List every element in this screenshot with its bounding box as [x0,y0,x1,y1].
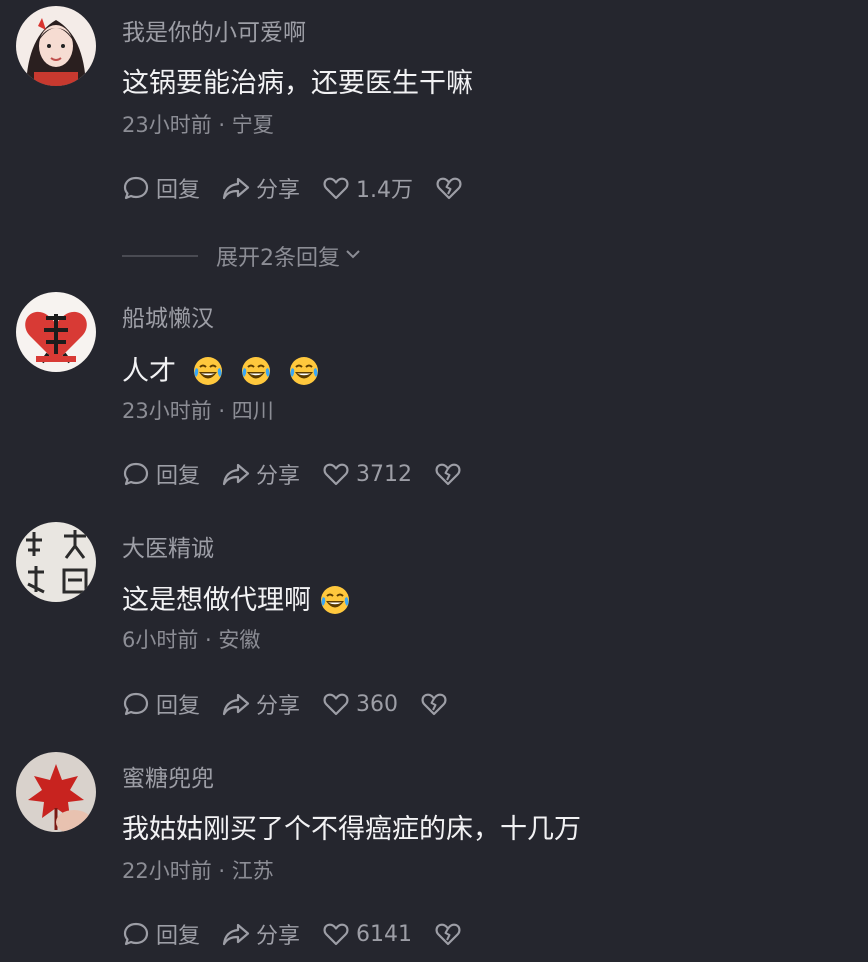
laughing-tears-emoji [319,584,351,616]
share-arrow-icon [222,174,256,202]
username[interactable]: 大医精诚 [122,538,214,561]
like-count: 3712 [356,461,413,487]
comment-meta: 22小时前 · 江苏 [122,859,274,883]
broken-heart-icon [420,690,448,718]
laughing-tears-emoji [240,355,272,387]
reply-label: 回复 [156,924,201,949]
share-label: 分享 [256,178,301,203]
expand-replies-button[interactable]: 展开2条回复 [122,240,362,272]
share-arrow-icon [222,460,256,488]
comment-text: 我姑姑刚买了个不得癌症的床，十几万 [122,816,581,843]
share-button[interactable]: 分享 [222,458,300,490]
dislike-button[interactable] [420,690,448,718]
action-bar: 回复 分享 360 [122,689,470,719]
broken-heart-icon [434,920,462,948]
broken-heart-icon [435,174,463,202]
action-bar: 回复 分享 6141 [122,919,484,949]
speech-bubble-icon [122,690,156,718]
share-label: 分享 [256,464,301,489]
avatar[interactable] [16,292,96,372]
comment-text: 人才 [122,355,320,387]
reply-label: 回复 [156,178,201,203]
username[interactable]: 蜜糖兜兜 [122,768,214,791]
share-label: 分享 [256,924,301,949]
action-bar: 回复 分享 1.4万 [122,173,485,203]
share-button[interactable]: 分享 [222,688,300,720]
share-label: 分享 [256,694,301,719]
like-count: 6141 [356,921,413,947]
share-button[interactable]: 分享 [222,172,300,204]
username[interactable]: 船城懒汉 [122,308,214,331]
broken-heart-icon [434,460,462,488]
like-button[interactable]: 1.4万 [322,172,413,204]
reply-button[interactable]: 回复 [122,172,200,204]
laughing-tears-emoji [192,355,224,387]
heart-icon [322,460,356,488]
like-button[interactable]: 3712 [322,460,412,488]
comment-meta: 6小时前 · 安徽 [122,628,261,652]
reply-label: 回复 [156,464,201,489]
action-bar: 回复 分享 3712 [122,459,484,489]
like-button[interactable]: 360 [322,690,398,718]
comment-text: 这是想做代理啊 [122,584,351,616]
like-button[interactable]: 6141 [322,920,412,948]
comment-text-body: 这是想做代理啊 [122,584,311,616]
avatar[interactable] [16,752,96,832]
comment-text-body: 人才 [122,355,176,387]
reply-button[interactable]: 回复 [122,918,200,950]
speech-bubble-icon [122,460,156,488]
comment-text-body: 这锅要能治病，还要医生干嘛 [122,68,473,99]
chevron-down-icon [340,244,362,269]
comment-meta: 23小时前 · 四川 [122,399,274,423]
share-arrow-icon [222,920,256,948]
reply-button[interactable]: 回复 [122,458,200,490]
share-arrow-icon [222,690,256,718]
dislike-button[interactable] [434,920,462,948]
heart-icon [322,690,356,718]
dislike-button[interactable] [434,460,462,488]
laughing-tears-emoji [288,355,320,387]
speech-bubble-icon [122,174,156,202]
divider [122,255,198,257]
comment-meta: 23小时前 · 宁夏 [122,113,274,137]
dislike-button[interactable] [435,174,463,202]
like-count: 360 [356,691,399,717]
avatar[interactable] [16,6,96,86]
speech-bubble-icon [122,920,156,948]
username[interactable]: 我是你的小可爱啊 [122,22,306,45]
comment-text: 这锅要能治病，还要医生干嘛 [122,70,473,97]
expand-replies-label: 展开2条回复 [216,246,340,271]
heart-icon [322,174,356,202]
comment-text-body: 我姑姑刚买了个不得癌症的床，十几万 [122,814,581,845]
avatar[interactable] [16,522,96,602]
heart-icon [322,920,356,948]
reply-label: 回复 [156,694,201,719]
reply-button[interactable]: 回复 [122,688,200,720]
like-count: 1.4万 [356,178,414,203]
share-button[interactable]: 分享 [222,918,300,950]
